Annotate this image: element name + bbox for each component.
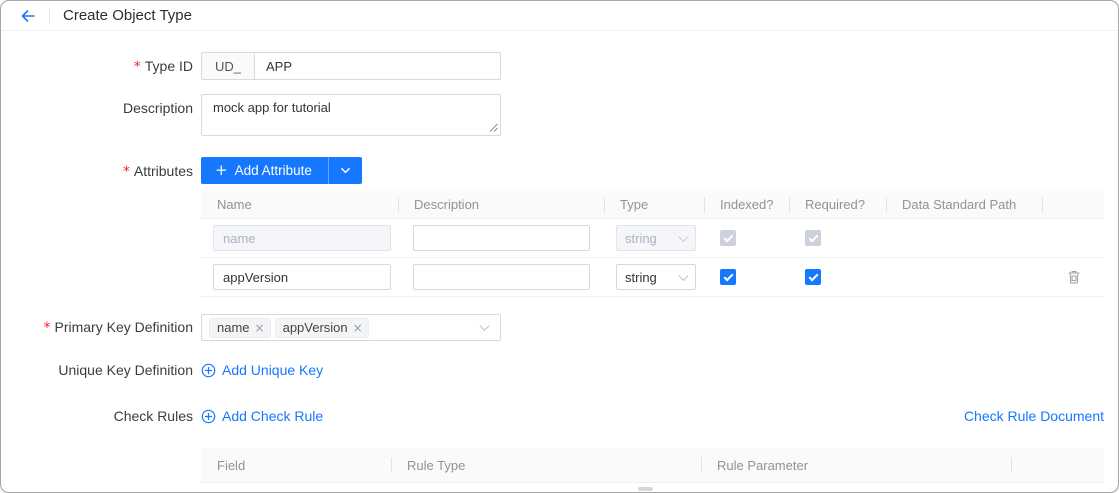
description-label: Description [1,94,193,136]
column-header-actions [1011,448,1104,482]
required-asterisk: * [123,164,130,180]
type-id-prefix-addon: UD_ [201,52,254,80]
required-checkbox[interactable] [805,269,821,285]
attributes-row: *Attributes + Add Attribute [1,157,1118,297]
create-object-type-window: Create Object Type *Type ID UD_ Descript… [0,0,1119,493]
check-rules-row: Check Rules Add Check Rule Check Rule Do… [1,406,1118,426]
attribute-type-select[interactable]: string [616,264,696,290]
column-header-actions [1042,191,1104,218]
column-header-data-standard-path: Data Standard Path [886,191,1042,218]
check-icon [723,271,733,281]
plus-circle-icon [201,363,216,378]
create-object-type-form: *Type ID UD_ Description mock app for tu… [1,31,1118,483]
check-icon [808,271,818,281]
type-id-control: UD_ [201,52,501,81]
check-icon [723,232,733,242]
column-header-field: Field [201,448,391,482]
attribute-row-name: string [201,219,1104,258]
unique-key-row: Unique Key Definition Add Unique Key [1,360,1118,380]
attribute-name-input [213,225,391,251]
page-header: Create Object Type [1,1,1118,31]
delete-attribute-button[interactable] [1066,269,1082,285]
attributes-table-header: Name Description Type Indexed? Required?… [201,191,1104,219]
column-header-type: Type [604,191,704,218]
attribute-name-input[interactable] [213,264,391,290]
check-rules-table: Field Rule Type Rule Parameter [201,448,1104,483]
required-asterisk: * [134,59,141,75]
attributes-control: + Add Attribute Name Description [201,157,1104,297]
check-icon [808,232,818,242]
required-asterisk: * [44,320,51,336]
chevron-down-icon [340,165,351,176]
back-button[interactable] [20,8,36,24]
attribute-description-input[interactable] [413,264,590,290]
add-unique-key-link[interactable]: Add Unique Key [201,360,323,380]
chevron-down-icon [679,232,689,242]
description-row: Description mock app for tutorial [1,94,1118,136]
column-header-indexed: Indexed? [704,191,789,218]
trash-icon [1066,269,1082,285]
check-rule-document-link[interactable]: Check Rule Document [964,406,1104,426]
header-divider [49,9,50,23]
primary-key-control: name × appVersion × [201,314,501,342]
primary-key-multiselect[interactable]: name × appVersion × [201,314,501,341]
selected-tag: appVersion × [275,318,369,338]
description-textarea[interactable]: mock app for tutorial [201,94,501,136]
indexed-checkbox [720,230,736,246]
remove-tag-icon[interactable]: × [255,322,265,334]
attributes-table: Name Description Type Indexed? Required?… [201,191,1104,297]
description-control: mock app for tutorial [201,94,501,136]
attributes-label: *Attributes [1,157,193,297]
plus-icon: + [215,163,228,178]
primary-key-row: *Primary Key Definition name × appVersio… [1,314,1118,342]
column-header-description: Description [398,191,604,218]
attribute-type-select: string [616,225,696,251]
check-rules-table-row: Field Rule Type Rule Parameter [1,448,1118,483]
unique-key-label: Unique Key Definition [1,360,193,380]
column-header-rule-parameter: Rule Parameter [701,448,1011,482]
page-title: Create Object Type [63,7,192,24]
required-checkbox [805,230,821,246]
type-id-row: *Type ID UD_ [1,52,1118,81]
selected-tag: name × [209,318,271,338]
attribute-row-appversion: string [201,258,1104,297]
horizontal-scrollbar-thumb[interactable] [638,487,653,491]
column-header-rule-type: Rule Type [391,448,701,482]
chevron-down-icon [480,321,490,331]
add-attribute-split-button: + Add Attribute [201,157,362,184]
type-id-input[interactable] [254,52,501,80]
add-attribute-dropdown-button[interactable] [329,157,362,184]
arrow-left-icon [20,8,36,24]
primary-key-label: *Primary Key Definition [1,314,193,342]
remove-tag-icon[interactable]: × [353,322,363,334]
add-attribute-button[interactable]: + Add Attribute [201,157,328,184]
type-id-label: *Type ID [1,52,193,81]
plus-circle-icon [201,409,216,424]
indexed-checkbox[interactable] [720,269,736,285]
check-rules-label: Check Rules [1,406,193,426]
check-rules-table-header: Field Rule Type Rule Parameter [201,448,1104,483]
add-attribute-button-label: Add Attribute [235,163,312,178]
column-header-name: Name [201,191,398,218]
chevron-down-icon [679,271,689,281]
column-header-required: Required? [789,191,886,218]
attribute-description-input[interactable] [413,225,590,251]
add-check-rule-link[interactable]: Add Check Rule [201,406,323,426]
